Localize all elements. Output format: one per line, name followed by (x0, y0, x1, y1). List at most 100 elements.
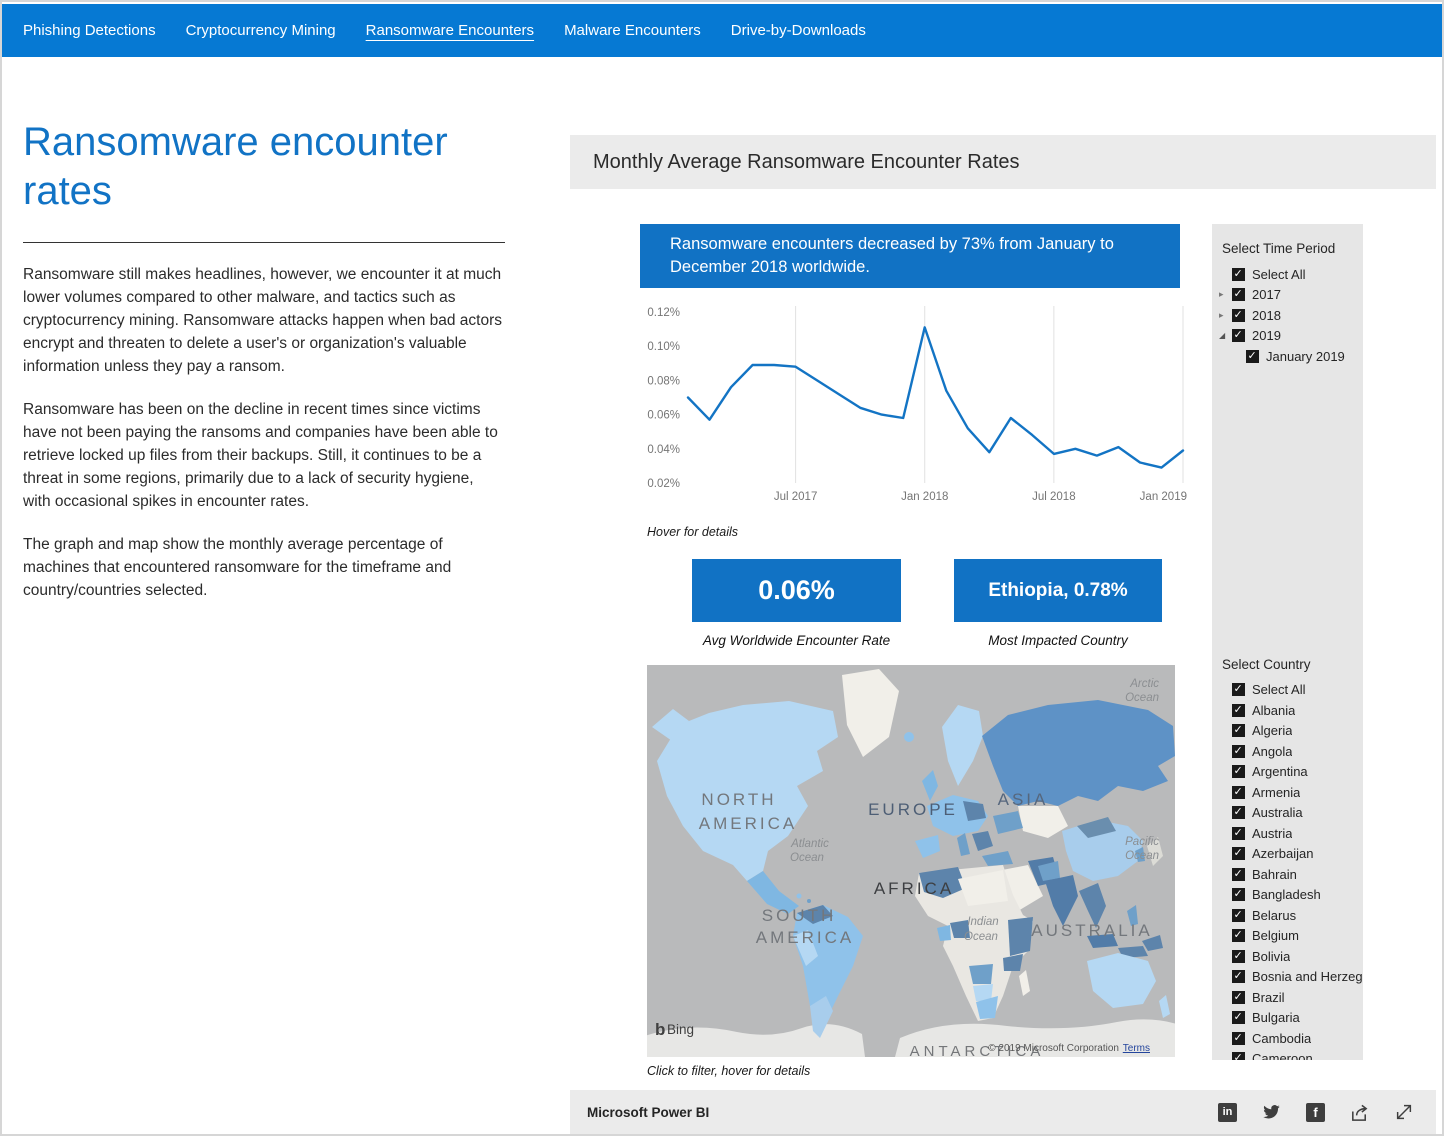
expand-icon[interactable]: ▸ (1219, 289, 1232, 300)
filter-item-albania[interactable]: Albania (1212, 700, 1363, 721)
checkbox-checked[interactable] (1246, 350, 1259, 363)
filter-item-australia[interactable]: Australia (1212, 803, 1363, 824)
checkbox-checked[interactable] (1232, 329, 1245, 342)
map-region-iceland[interactable] (904, 732, 914, 742)
share-icon[interactable] (1349, 1102, 1370, 1123)
nav-tab-cryptocurrency-mining[interactable]: Cryptocurrency Mining (186, 22, 336, 39)
checkbox-checked[interactable] (1232, 868, 1245, 881)
nav-tab-ransomware-encounters[interactable]: Ransomware Encounters (366, 22, 534, 39)
filter-item-bulgaria[interactable]: Bulgaria (1212, 1008, 1363, 1029)
svg-text:Jan 2019: Jan 2019 (1140, 491, 1187, 503)
filter-item-bosnia-and-herzeg[interactable]: Bosnia and Herzeg (1212, 967, 1363, 988)
checkbox-checked[interactable] (1232, 745, 1245, 758)
map-label-atlantic-ocean: Atlantic (790, 838, 829, 850)
filter-item-cambodia[interactable]: Cambodia (1212, 1028, 1363, 1049)
filter-item-armenia[interactable]: Armenia (1212, 782, 1363, 803)
map-label-europe: EUROPE (868, 800, 958, 819)
map-region-angola[interactable] (969, 964, 993, 984)
map-label-australia: AUSTRALIA (1031, 921, 1152, 940)
checkbox-checked[interactable] (1232, 309, 1245, 322)
twitter-icon[interactable] (1261, 1103, 1282, 1121)
map-copyright: © 2019 Microsoft Corporation (988, 1043, 1119, 1054)
report-header: Monthly Average Ransomware Encounter Rat… (570, 135, 1436, 189)
filter-item-label: January 2019 (1266, 349, 1345, 364)
checkbox-checked[interactable] (1232, 683, 1245, 696)
encounter-rate-line-chart[interactable]: Jul 2017Jan 2018Jul 2018Jan 20190.12%0.1… (642, 300, 1187, 512)
checkbox-checked[interactable] (1232, 724, 1245, 737)
filter-item-label: Argentina (1252, 764, 1308, 779)
checkbox-checked[interactable] (1232, 888, 1245, 901)
filter-item-argentina[interactable]: Argentina (1212, 762, 1363, 783)
country-filter-title: Select Country (1222, 367, 1363, 672)
filter-item-label: 2019 (1252, 328, 1281, 343)
footer-bar: Microsoft Power BI in f (570, 1090, 1436, 1134)
filter-item-belgium[interactable]: Belgium (1212, 926, 1363, 947)
fullscreen-icon[interactable] (1394, 1102, 1414, 1122)
filter-item-cameroon[interactable]: Cameroon (1212, 1049, 1363, 1061)
map-label-south-america: SOUTH (762, 906, 837, 925)
map-region-ethiopia-kenya[interactable] (1008, 917, 1033, 956)
time-period-filter-list: Select All▸2017▸2018◢2019January 2019 (1212, 264, 1363, 367)
filter-item-angola[interactable]: Angola (1212, 741, 1363, 762)
filter-item-algeria[interactable]: Algeria (1212, 721, 1363, 742)
map-label-pacific-ocean: Pacific (1125, 836, 1159, 848)
intro-column: Ransomware encounter rates Ransomware st… (23, 118, 505, 602)
checkbox-checked[interactable] (1232, 1052, 1245, 1060)
filter-item-label: Bolivia (1252, 949, 1290, 964)
checkbox-checked[interactable] (1232, 1032, 1245, 1045)
checkbox-checked[interactable] (1232, 929, 1245, 942)
expand-icon[interactable]: ▸ (1219, 310, 1232, 321)
filter-item-brazil[interactable]: Brazil (1212, 987, 1363, 1008)
map-region-caribbean[interactable] (797, 894, 802, 899)
filter-item-bahrain[interactable]: Bahrain (1212, 864, 1363, 885)
checkbox-checked[interactable] (1232, 991, 1245, 1004)
linkedin-icon[interactable]: in (1218, 1103, 1237, 1122)
filter-item-select-all[interactable]: Select All (1212, 680, 1363, 701)
checkbox-checked[interactable] (1232, 909, 1245, 922)
filter-item-belarus[interactable]: Belarus (1212, 905, 1363, 926)
checkbox-checked[interactable] (1232, 1011, 1245, 1024)
svg-text:0.10%: 0.10% (647, 341, 680, 353)
filter-item-2019[interactable]: ◢ 2019 (1212, 326, 1363, 347)
footer-icons: in f (1218, 1102, 1436, 1123)
intro-paragraph: The graph and map show the monthly avera… (23, 533, 505, 602)
filter-item-azerbaijan[interactable]: Azerbaijan (1212, 844, 1363, 865)
checkbox-checked[interactable] (1232, 765, 1245, 778)
checkbox-checked[interactable] (1232, 970, 1245, 983)
title-divider (23, 242, 505, 243)
kpi-value: 0.06% (758, 575, 835, 606)
dashboard-page: Phishing Detections Cryptocurrency Mining… (0, 0, 1444, 1136)
checkbox-checked[interactable] (1232, 786, 1245, 799)
facebook-icon[interactable]: f (1306, 1103, 1325, 1122)
nav-tab-drive-by-downloads[interactable]: Drive-by-Downloads (731, 22, 866, 39)
map-terms-link[interactable]: Terms (1123, 1043, 1150, 1054)
nav-tab-phishing-detections[interactable]: Phishing Detections (23, 22, 156, 39)
bing-logo-icon: b (655, 1020, 665, 1039)
checkbox-checked[interactable] (1232, 827, 1245, 840)
filter-item-2018[interactable]: ▸ 2018 (1212, 305, 1363, 326)
filter-item-label: Bosnia and Herzeg (1252, 969, 1363, 984)
powerbi-brand: Microsoft Power BI (570, 1105, 1218, 1120)
world-map[interactable]: NORTH AMERICA SOUTH AMERICA EUROPE ASIA … (647, 665, 1175, 1057)
checkbox-checked[interactable] (1232, 847, 1245, 860)
filter-item-january-2019[interactable]: January 2019 (1212, 346, 1363, 367)
nav-tab-malware-encounters[interactable]: Malware Encounters (564, 22, 701, 39)
line-chart-svg[interactable]: Jul 2017Jan 2018Jul 2018Jan 20190.12%0.1… (642, 300, 1187, 512)
filter-item-bolivia[interactable]: Bolivia (1212, 946, 1363, 967)
checkbox-checked[interactable] (1232, 950, 1245, 963)
checkbox-checked[interactable] (1232, 268, 1245, 281)
filter-item-austria[interactable]: Austria (1212, 823, 1363, 844)
checkbox-checked[interactable] (1232, 806, 1245, 819)
filter-item-select-all[interactable]: Select All (1212, 264, 1363, 285)
filter-item-label: 2018 (1252, 308, 1281, 323)
filter-item-bangladesh[interactable]: Bangladesh (1212, 885, 1363, 906)
checkbox-checked[interactable] (1232, 704, 1245, 717)
filter-item-label: Austria (1252, 826, 1292, 841)
kpi-avg-worldwide-rate: 0.06% (692, 559, 901, 622)
map-label-south-america: AMERICA (756, 928, 854, 947)
filter-item-2017[interactable]: ▸2017 (1212, 285, 1363, 306)
collapse-icon[interactable]: ◢ (1219, 331, 1232, 340)
map-region-caribbean[interactable] (807, 899, 811, 903)
map-label-arctic-ocean: Ocean (1125, 692, 1159, 704)
checkbox-checked[interactable] (1232, 288, 1245, 301)
